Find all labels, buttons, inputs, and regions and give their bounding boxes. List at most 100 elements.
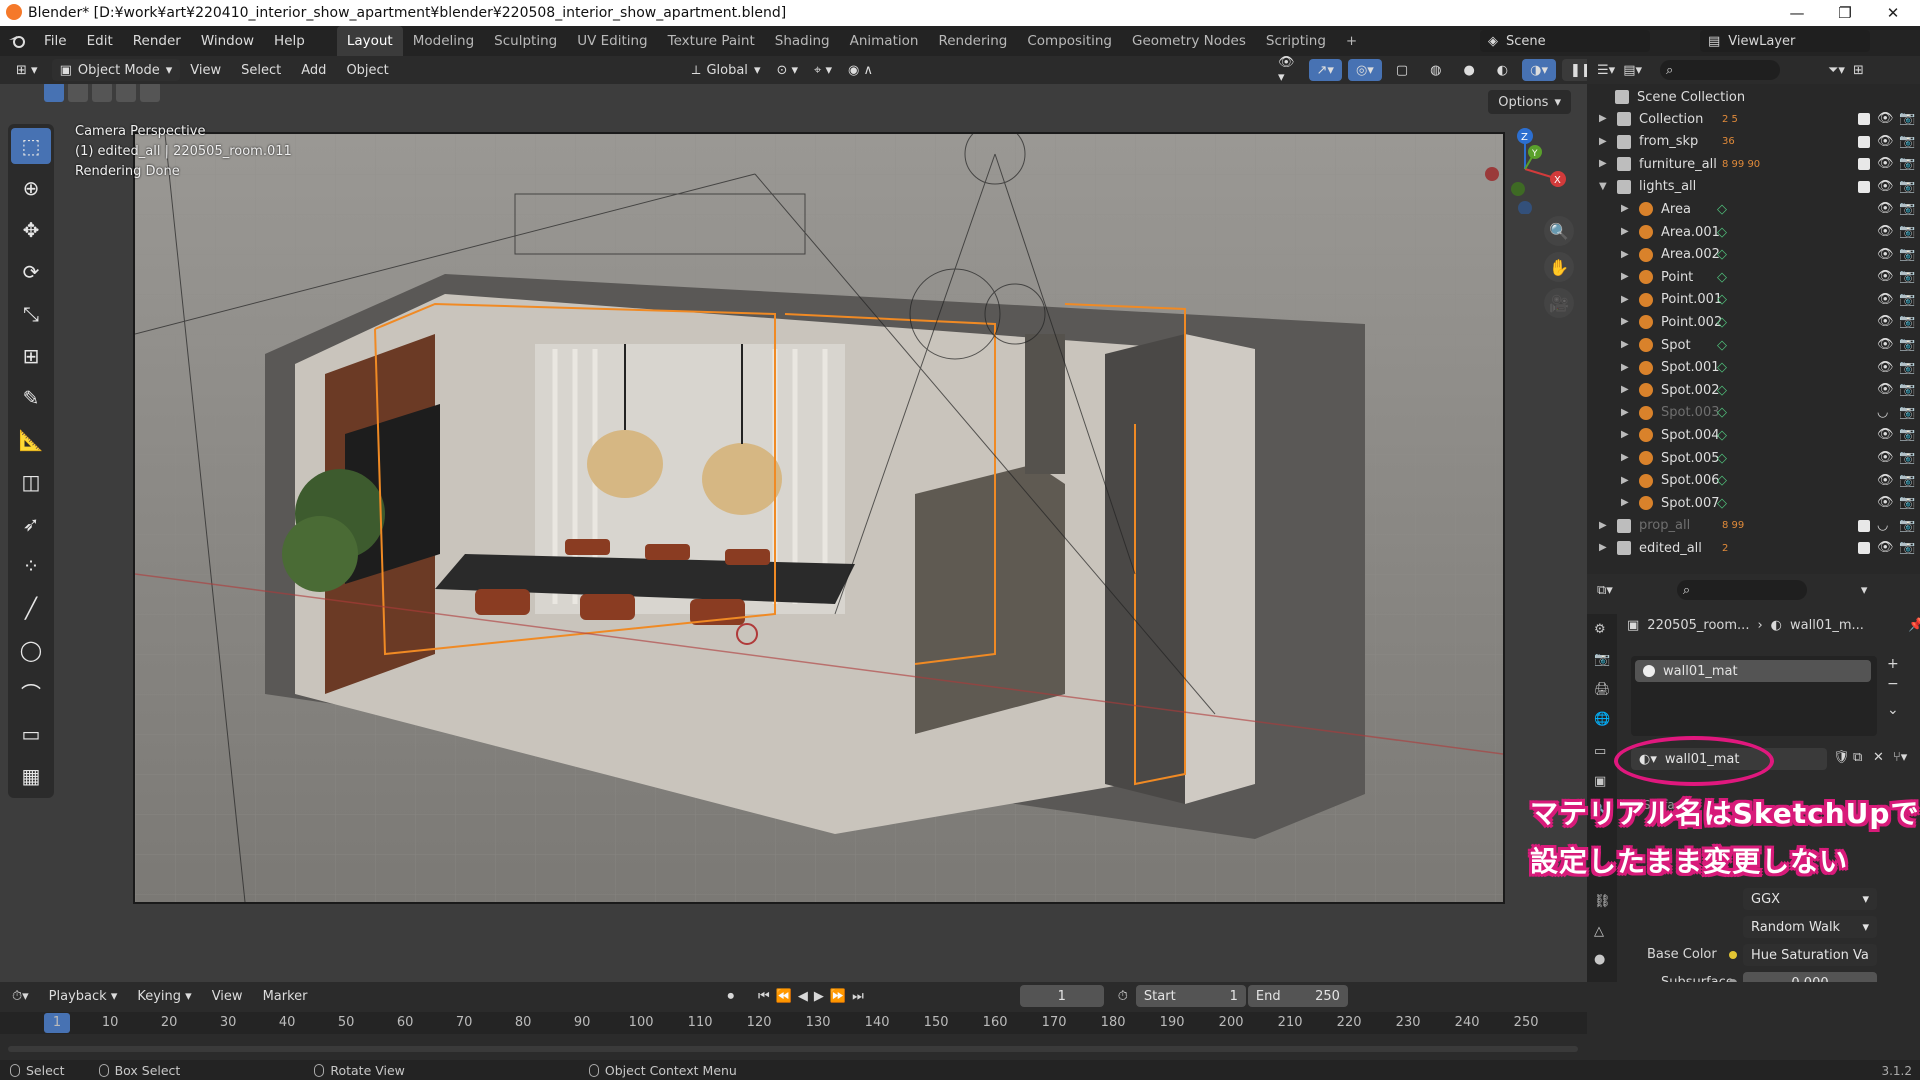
expand-arrow-icon[interactable]: ▶ [1621,316,1629,327]
render-tab-icon[interactable]: 📷 [1594,652,1610,668]
render-visibility-icon[interactable]: 📷 [1899,495,1915,510]
render-visibility-icon[interactable]: 📷 [1899,201,1915,216]
expand-arrow-icon[interactable]: ▶ [1621,497,1629,508]
visibility-eye-icon[interactable]: 👁 [1877,156,1894,171]
tab-texture-paint[interactable]: Texture Paint [658,26,765,56]
select-intersect-icon[interactable] [140,84,160,102]
maximize-button[interactable]: ❐ [1822,0,1868,26]
expand-arrow-icon[interactable]: ▶ [1621,271,1629,282]
outliner-row[interactable]: ▶ Spot.004 ◇ 👁 📷 [1587,424,1920,446]
tab-sculpting[interactable]: Sculpting [484,26,567,56]
visibility-eye-icon[interactable]: 👁 [1877,337,1894,352]
tab-compositing[interactable]: Compositing [1017,26,1122,56]
visibility-eye-icon[interactable]: 👁 [1877,427,1894,442]
outliner-row[interactable]: ▶ Spot.005 ◇ 👁 📷 [1587,447,1920,469]
3d-viewport[interactable]: Camera Perspective (1) edited_all | 2205… [0,84,1587,982]
add-point-tool-icon[interactable]: ⁘ [11,548,51,584]
outliner-row[interactable]: ▶ Point.001 ◇ 👁 📷 [1587,289,1920,311]
mode-dropdown[interactable]: ▣ Object Mode ▾ [51,59,181,81]
outliner-search-input[interactable]: ⌕ [1660,60,1780,80]
visibility-eye-icon[interactable]: 👁 [1877,269,1894,284]
add-line-tool-icon[interactable]: ╱ [11,590,51,626]
render-visibility-icon[interactable]: 📷 [1899,156,1915,171]
gizmo-toggle[interactable]: ↗▾ [1308,59,1342,81]
material-slot-item[interactable]: wall01_mat [1635,660,1871,682]
world-tab-icon[interactable]: 🌐 [1594,712,1610,728]
tab-scripting[interactable]: Scripting [1256,26,1336,56]
outliner-row[interactable]: ▶ Spot.002 ◇ 👁 📷 [1587,379,1920,401]
playback-controls[interactable]: ⏮⏪◀▶⏩⏭ [758,989,870,1004]
distribution-dropdown[interactable]: GGX ▾ [1743,888,1877,910]
viewport-menu-select[interactable]: Select [231,63,291,78]
menu-help[interactable]: Help [264,26,315,56]
menu-window[interactable]: Window [191,26,264,56]
viewport-menu-add[interactable]: Add [291,63,336,78]
outliner-row[interactable]: ▶ prop_all 8 99 ◡ 📷 [1587,515,1920,537]
outliner-row[interactable]: ▶ Spot ◇ 👁 📷 [1587,334,1920,356]
tool-tab-icon[interactable]: ⚙ [1594,622,1610,638]
duplicate-icon[interactable]: ⧉ [1853,750,1862,765]
expand-arrow-icon[interactable]: ▶ [1621,226,1629,237]
socket-icon[interactable] [1729,951,1737,959]
menu-render[interactable]: Render [123,26,191,56]
timeline-scrollbar[interactable] [8,1046,1578,1052]
viewlayer-selector[interactable]: ▤ ViewLayer [1700,30,1870,52]
scene-collection-row[interactable]: Scene Collection [1587,86,1920,108]
visibility-eye-icon[interactable]: 👁 [1877,450,1894,465]
tab-modeling[interactable]: Modeling [403,26,484,56]
render-visibility-icon[interactable]: 📷 [1899,179,1915,194]
collapse-arrow-icon[interactable]: ▼ [1599,181,1607,192]
expand-arrow-icon[interactable]: ▶ [1621,384,1629,395]
slot-specials-button[interactable]: ⌄ [1887,702,1899,718]
expand-arrow-icon[interactable]: ▶ [1621,339,1629,350]
outliner-row[interactable]: ▶ Spot.007 ◇ 👁 📷 [1587,492,1920,514]
unlink-icon[interactable]: ✕ [1873,750,1884,765]
add-grid-tool-icon[interactable]: ▦ [11,758,51,794]
solid-shading-button[interactable]: ● [1455,59,1482,81]
output-tab-icon[interactable]: 🖨 [1594,682,1611,698]
expand-arrow-icon[interactable]: ▶ [1599,542,1607,553]
render-visibility-icon[interactable]: 📷 [1899,382,1915,397]
outliner-row[interactable]: ▼ lights_all 👁 📷 [1587,176,1920,198]
visibility-eye-icon[interactable]: 👁 [1877,473,1894,488]
visibility-eye-icon[interactable]: 👁 [1877,360,1894,375]
pan-hand-icon[interactable]: ✋ [1544,252,1574,282]
visibility-eye-icon[interactable]: 👁 [1877,540,1894,555]
expand-arrow-icon[interactable]: ▶ [1599,520,1607,531]
outliner-row[interactable]: ▶ from_skp 36 👁 📷 [1587,131,1920,153]
object-tab-icon[interactable]: ▣ [1594,774,1610,790]
options-dropdown[interactable]: Options ▾ [1488,90,1571,114]
add-rectangle-tool-icon[interactable]: ▭ [11,716,51,752]
navigation-gizmo[interactable]: Z X Y [1480,124,1570,215]
start-frame-field[interactable]: Start 1 [1135,985,1246,1007]
visibility-eye-icon[interactable]: ◡ [1877,518,1888,533]
exclude-checkbox[interactable] [1858,542,1870,555]
pin-icon[interactable]: 📌 [1908,618,1920,633]
render-visibility-icon[interactable]: 📷 [1899,224,1915,239]
chevron-down-icon[interactable]: ▾ [1861,583,1868,598]
filter-icon[interactable]: ⏷▾ [1828,63,1845,78]
editor-type-icon[interactable]: ⧉▾ [1597,583,1613,598]
node-tree-icon[interactable]: ⑂▾ [1893,750,1907,765]
outliner-row[interactable]: ▶ Spot.001 ◇ 👁 📷 [1587,357,1920,379]
render-visibility-icon[interactable]: 📷 [1899,292,1915,307]
tab-geometry-nodes[interactable]: Geometry Nodes [1122,26,1256,56]
expand-arrow-icon[interactable]: ▶ [1621,203,1629,214]
outliner-row[interactable]: ▶ Point.002 ◇ 👁 📷 [1587,311,1920,333]
outliner-row[interactable]: ▶ Area.002 ◇ 👁 📷 [1587,244,1920,266]
render-visibility-icon[interactable]: 📷 [1899,314,1915,329]
add-slot-button[interactable]: + [1887,656,1899,672]
add-workspace-button[interactable]: + [1336,26,1367,56]
add-curve-tool-icon[interactable]: ⌒ [11,674,51,710]
tab-layout[interactable]: Layout [336,26,403,56]
overlay-toggle[interactable]: ◎▾ [1347,59,1382,81]
tab-uv-editing[interactable]: UV Editing [567,26,657,56]
render-visibility-icon[interactable]: 📷 [1899,247,1915,262]
expand-arrow-icon[interactable]: ▶ [1599,113,1607,124]
visibility-eye-icon[interactable]: 👁 [1877,495,1894,510]
minimize-button[interactable]: — [1774,0,1820,26]
visibility-eye-icon[interactable]: 👁 [1877,247,1894,262]
render-visibility-icon[interactable]: 📷 [1899,111,1915,126]
visibility-eye-icon[interactable]: 👁 [1877,224,1894,239]
cursor-tool-icon[interactable]: ⊕ [11,170,51,206]
